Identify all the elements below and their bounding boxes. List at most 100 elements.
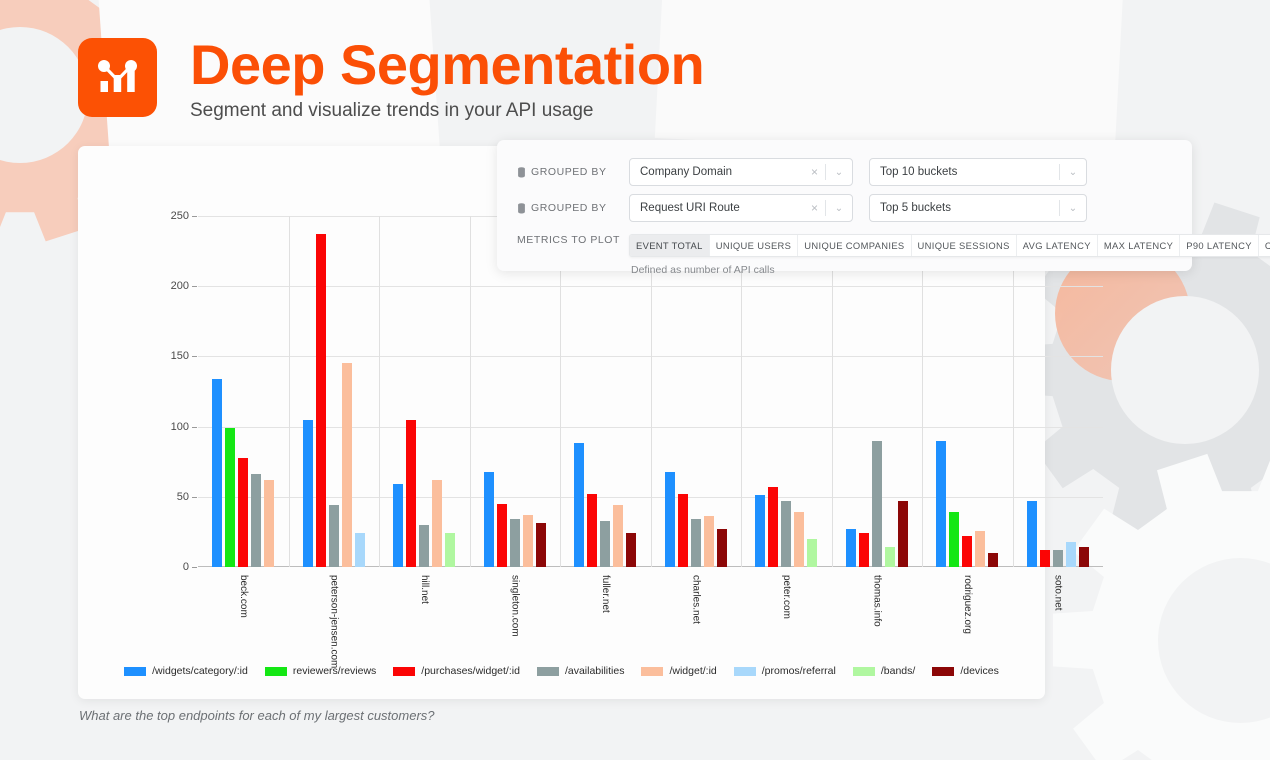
bar[interactable] [406,419,416,567]
legend-item-7[interactable]: /devices [932,665,999,677]
bar[interactable] [1065,541,1076,567]
bar[interactable] [1026,501,1037,567]
legend-item-2[interactable]: /purchases/widget/:id [393,665,520,677]
bar[interactable] [936,440,946,567]
clear-icon-1[interactable]: × [804,165,825,179]
bar[interactable] [483,471,494,567]
metric-option-3[interactable]: UNIQUE SESSIONS [912,235,1017,256]
y-axis-tick [192,496,197,498]
bar[interactable] [664,471,675,567]
bar[interactable] [1039,550,1050,567]
bar[interactable] [1078,547,1089,567]
bar[interactable] [419,524,429,567]
chart-caption: What are the top endpoints for each of m… [79,708,435,723]
y-axis-tick-label: 100 [170,420,189,433]
bar[interactable] [949,512,959,567]
gear-hole [1110,295,1260,445]
bar[interactable] [509,519,520,567]
metric-option-4[interactable]: AVG LATENCY [1017,235,1098,256]
legend-swatch [393,666,416,676]
bar[interactable] [703,516,714,567]
y-axis-tick-label: 150 [170,350,189,363]
metric-option-0[interactable]: EVENT TOTAL [630,235,710,256]
legend-label: /bands/ [880,665,916,677]
legend-item-1[interactable]: reviewers/reviews [264,665,376,677]
database-icon [518,202,525,213]
bar[interactable] [794,512,804,567]
chevron-down-icon-bucket-1[interactable]: ⌄ [1060,167,1086,178]
bar[interactable] [251,474,261,567]
bar[interactable] [781,501,791,567]
bar[interactable] [807,538,817,567]
x-axis-tick-label: rodriguez.org [961,575,973,634]
bar[interactable] [238,457,248,567]
bucket-select-1[interactable]: Top 10 buckets ⌄ [869,158,1087,186]
bar[interactable] [988,552,998,567]
chevron-down-icon-1[interactable]: ⌄ [826,167,852,178]
bar[interactable] [755,495,765,567]
bar[interactable] [328,505,339,567]
bar[interactable] [600,520,610,567]
bar[interactable] [871,440,882,567]
bar[interactable] [393,484,403,567]
category-divider [288,216,290,567]
bar[interactable] [522,515,533,567]
bar-group: beck.com [212,216,277,618]
group-by-select-2[interactable]: Request URI Route × ⌄ [629,194,853,222]
bar[interactable] [677,494,688,567]
bar[interactable] [212,378,222,567]
bar[interactable] [225,428,235,567]
bar[interactable] [315,234,326,567]
metric-option-7[interactable]: CUSTOM [1259,235,1270,256]
legend-item-4[interactable]: /widget/:id [641,665,717,677]
bucket-select-2[interactable]: Top 5 buckets ⌄ [869,194,1087,222]
bar[interactable] [354,533,365,567]
bar[interactable] [897,501,908,567]
bar[interactable] [496,503,507,567]
x-axis-tick-label: fuller.net [599,575,611,613]
bar[interactable] [1052,550,1063,567]
bar[interactable] [975,530,985,567]
metric-option-1[interactable]: UNIQUE USERS [710,235,799,256]
bar[interactable] [858,533,869,567]
x-axis-tick-label: singleton.com [509,575,521,637]
bar[interactable] [613,505,623,567]
bar[interactable] [432,479,442,567]
segmentation-controls-panel: GROUPED BY Company Domain × ⌄ Top 10 buc… [497,140,1270,276]
legend-item-3[interactable]: /availabilities [536,665,624,677]
y-axis-tick [192,286,197,288]
legend-item-5[interactable]: /promos/referral [733,665,836,677]
metrics-to-plot-row: METRICS TO PLOT EVENT TOTAL UNIQUE USERS U… [517,234,1270,276]
bar[interactable] [768,486,778,567]
bar[interactable] [535,523,546,567]
bar[interactable] [341,363,352,567]
chevron-down-icon-bucket-2[interactable]: ⌄ [1060,203,1086,214]
chevron-down-icon-2[interactable]: ⌄ [826,203,852,214]
legend-swatch [852,666,875,676]
bar[interactable] [587,494,597,567]
x-axis-tick-label: peter.com [780,575,792,619]
metrics-hint: Defined as number of API calls [631,264,775,276]
bar[interactable] [626,533,636,567]
y-axis-tick-label: 0 [182,561,189,573]
bar[interactable] [690,519,701,567]
x-axis-tick-label: thomas.info [871,575,883,627]
metric-option-6[interactable]: P90 LATENCY [1180,235,1259,256]
y-axis-tick [192,567,197,568]
group-by-select-1[interactable]: Company Domain × ⌄ [629,158,853,186]
clear-icon-2[interactable]: × [804,201,825,215]
legend-item-6[interactable]: /bands/ [852,665,916,677]
bar[interactable] [264,479,274,567]
bar[interactable] [962,536,972,567]
metric-option-2[interactable]: UNIQUE COMPANIES [798,235,912,256]
metrics-segmented-control[interactable]: EVENT TOTAL UNIQUE USERS UNIQUE COMPANIES U… [629,234,1270,257]
bar[interactable] [716,529,727,567]
legend-label: /purchases/widget/:id [421,665,520,677]
legend-item-0[interactable]: /widgets/category/:id [124,665,248,677]
metric-option-5[interactable]: MAX LATENCY [1098,235,1181,256]
bar[interactable] [302,419,313,567]
bar[interactable] [445,533,455,567]
bar[interactable] [845,529,856,567]
bar[interactable] [574,443,584,567]
bar[interactable] [884,547,895,567]
